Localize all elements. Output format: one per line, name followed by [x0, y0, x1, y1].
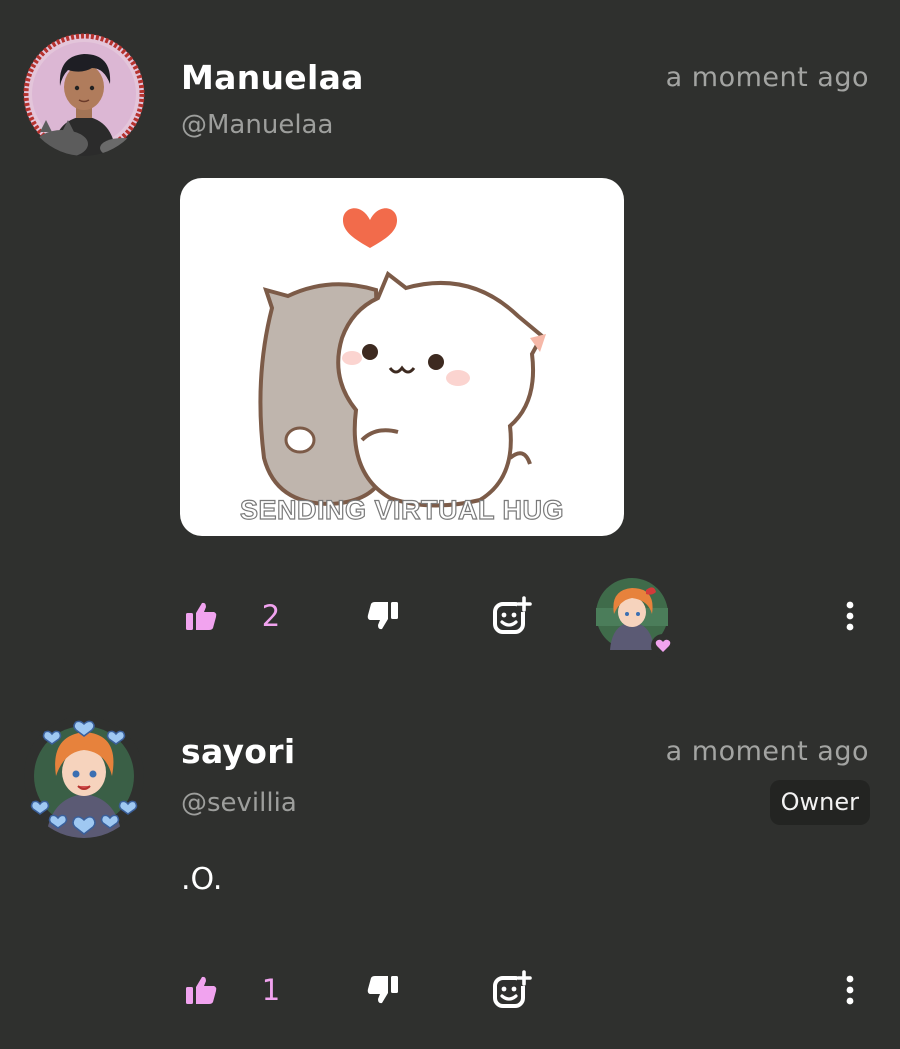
gif-attachment[interactable]: SENDING VIRTUAL HUG	[180, 178, 624, 536]
comment-item: Manuelaa @Manuelaa a moment ago SENDING …	[0, 0, 900, 690]
comment-actions: 2	[0, 578, 900, 658]
more-vertical-icon	[846, 601, 854, 631]
add-reaction-icon	[493, 596, 532, 634]
avatar[interactable]	[22, 32, 146, 156]
user-handle[interactable]: @Manuelaa	[181, 110, 333, 140]
username[interactable]: Manuelaa	[181, 58, 364, 97]
add-reaction-button[interactable]	[488, 960, 538, 1020]
heart-icon	[651, 634, 675, 658]
user-handle[interactable]: @sevillia	[181, 788, 297, 818]
timestamp: a moment ago	[665, 62, 869, 93]
like-count: 1	[261, 973, 281, 1007]
username[interactable]: sayori	[181, 732, 295, 771]
comment-text: .O.	[181, 862, 223, 897]
timestamp: a moment ago	[665, 736, 869, 767]
add-reaction-icon	[493, 970, 532, 1008]
thumbs-up-icon	[186, 602, 217, 630]
like-count: 2	[261, 599, 281, 633]
gif-caption: SENDING VIRTUAL HUG	[239, 494, 565, 525]
dislike-button[interactable]	[362, 960, 404, 1020]
dislike-button[interactable]	[362, 586, 404, 646]
more-vertical-icon	[846, 975, 854, 1005]
thumbs-down-icon	[367, 602, 398, 630]
like-button[interactable]	[180, 960, 222, 1020]
thumbs-down-icon	[367, 976, 398, 1004]
comment-item: sayori @sevillia a moment ago Owner .O. …	[0, 690, 900, 1049]
owner-badge: Owner	[769, 780, 870, 825]
more-options-button[interactable]	[830, 586, 870, 646]
avatar[interactable]	[22, 714, 146, 838]
add-reaction-button[interactable]	[488, 586, 538, 646]
thumbs-up-icon	[186, 976, 217, 1004]
like-button[interactable]	[180, 586, 222, 646]
comment-actions: 1	[0, 960, 900, 1020]
more-options-button[interactable]	[830, 960, 870, 1020]
